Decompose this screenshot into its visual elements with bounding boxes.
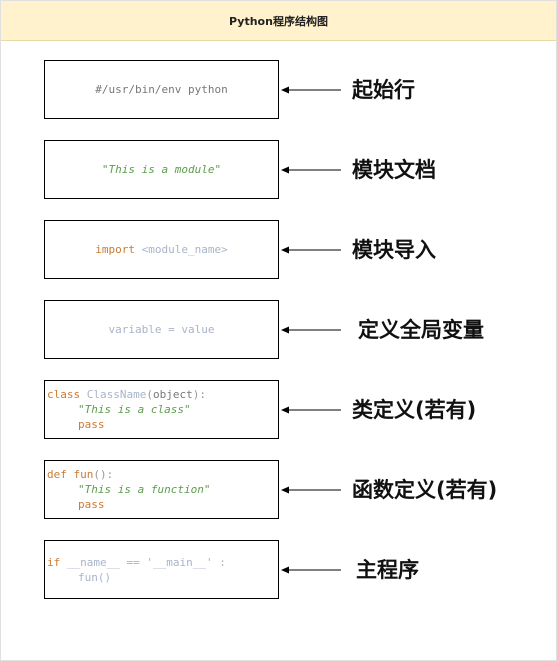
shebang-box: #/usr/bin/env python bbox=[44, 60, 279, 119]
main-box: if __name__ == '__main__' : fun() bbox=[44, 540, 279, 599]
import-label: 模块导入 bbox=[352, 238, 436, 262]
main-call: fun() bbox=[78, 570, 112, 584]
class-docstring: "This is a class" bbox=[78, 403, 191, 416]
shebang-code: #/usr/bin/env python bbox=[95, 83, 228, 96]
diagram-title: Python程序结构图 bbox=[229, 14, 328, 28]
shebang-label: 起始行 bbox=[352, 78, 415, 102]
class-line: class ClassName(object): bbox=[47, 387, 278, 402]
function-signature: (): bbox=[93, 468, 114, 481]
function-box: def fun(): "This is a function" pass bbox=[44, 460, 279, 519]
diagram-header: Python程序结构图 bbox=[1, 1, 556, 41]
function-body: pass bbox=[78, 498, 105, 511]
class-paren-close: ): bbox=[192, 388, 206, 401]
docstring-box: "This is a module" bbox=[44, 140, 279, 199]
import-keyword: import bbox=[95, 243, 136, 256]
global-var-box: variable = value bbox=[44, 300, 279, 359]
function-docstring: "This is a function" bbox=[78, 483, 211, 496]
class-keyword: class bbox=[47, 388, 81, 401]
main-line: if __name__ == '__main__' : bbox=[47, 555, 278, 570]
import-module-name: <module_name> bbox=[141, 243, 228, 256]
class-box: class ClassName(object): "This is a clas… bbox=[44, 380, 279, 439]
function-name: fun bbox=[73, 468, 94, 481]
main-keyword: if bbox=[47, 555, 61, 569]
global-var-label: 定义全局变量 bbox=[358, 318, 484, 342]
class-paren-open: ( bbox=[146, 388, 153, 401]
class-name: ClassName bbox=[86, 388, 147, 401]
docstring-arrow-icon bbox=[281, 166, 341, 174]
class-body: pass bbox=[78, 418, 105, 431]
function-line: def fun(): bbox=[47, 467, 278, 482]
main-label: 主程序 bbox=[356, 558, 419, 582]
main-condition: __name__ == '__main__' : bbox=[66, 555, 226, 569]
import-code: import <module_name> bbox=[95, 242, 227, 257]
docstring-label: 模块文档 bbox=[352, 158, 436, 182]
class-arrow-icon bbox=[281, 406, 341, 414]
main-arrow-icon bbox=[281, 566, 341, 574]
class-base: object bbox=[152, 388, 193, 401]
function-keyword: def bbox=[47, 468, 67, 481]
function-arrow-icon bbox=[281, 486, 341, 494]
docstring-code: "This is a module" bbox=[101, 163, 222, 176]
class-label: 类定义(若有) bbox=[352, 398, 477, 422]
global-var-arrow-icon bbox=[281, 326, 341, 334]
global-var-code: variable = value bbox=[108, 323, 215, 336]
function-label: 函数定义(若有) bbox=[352, 478, 498, 502]
import-box: import <module_name> bbox=[44, 220, 279, 279]
shebang-arrow-icon bbox=[281, 86, 341, 94]
import-arrow-icon bbox=[281, 246, 341, 254]
